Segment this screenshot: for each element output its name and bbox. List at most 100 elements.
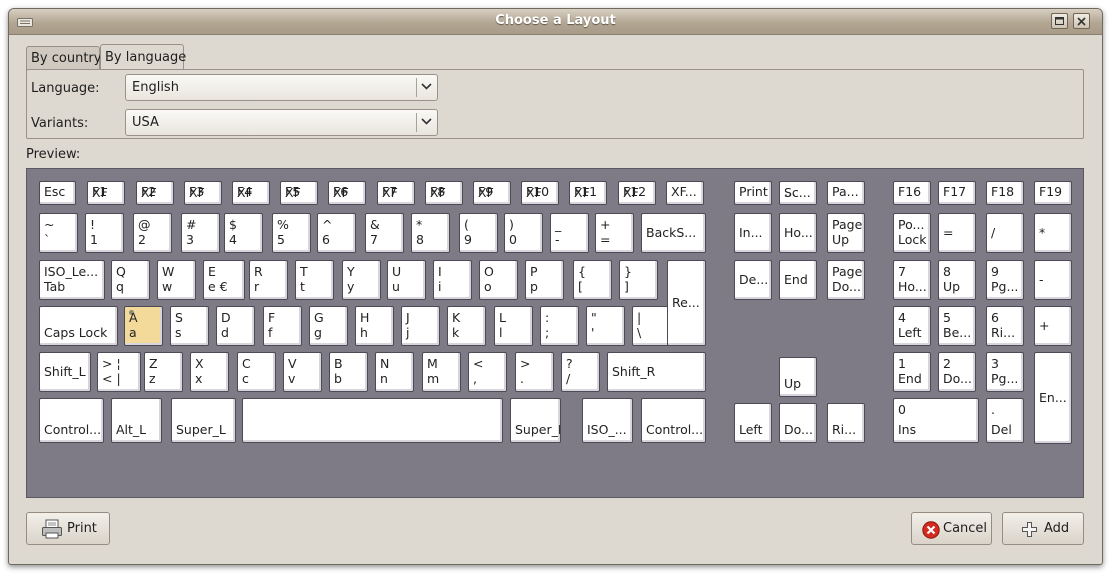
key[interactable]: Jj: [401, 306, 440, 346]
key[interactable]: F18: [986, 181, 1024, 205]
key[interactable]: 5 Be...: [938, 306, 976, 346]
key[interactable]: Xx: [190, 352, 229, 392]
key[interactable]: Ee €: [203, 260, 245, 300]
tab-by-language[interactable]: By language: [100, 44, 186, 70]
key[interactable]: Super_R: [510, 398, 561, 443]
key[interactable]: Yy: [342, 260, 381, 300]
key[interactable]: ) 0: [504, 213, 543, 253]
key[interactable]: Vv: [283, 352, 322, 392]
key[interactable]: XF F7: [377, 181, 415, 205]
key[interactable]: =: [938, 213, 976, 253]
key[interactable]: XF F11: [569, 181, 607, 205]
key[interactable]: F16: [893, 181, 931, 205]
key[interactable]: Tt: [295, 260, 334, 300]
key[interactable]: BackS...: [641, 213, 706, 253]
key[interactable]: Ff: [263, 306, 302, 346]
language-combo[interactable]: English: [125, 74, 438, 101]
print-button[interactable]: Print: [26, 512, 110, 545]
key[interactable]: XF F6: [328, 181, 366, 205]
key[interactable]: En...: [1034, 352, 1072, 444]
close-window-button[interactable]: [1073, 13, 1090, 29]
key[interactable]: ISO_Le... Tab: [39, 260, 105, 300]
key[interactable]: Cc: [237, 352, 276, 392]
key[interactable]: Po... Lock: [893, 213, 931, 253]
key[interactable]: XF F1: [87, 181, 125, 205]
key[interactable]: ~ `: [39, 213, 78, 253]
key[interactable]: Qq: [111, 260, 150, 300]
key[interactable]: *: [1034, 213, 1072, 253]
key[interactable]: De...: [734, 260, 772, 300]
key[interactable]: 9 Pg...: [986, 260, 1024, 300]
key[interactable]: Mm: [422, 352, 461, 392]
key[interactable]: Super_L: [171, 398, 236, 443]
key[interactable]: F19: [1034, 181, 1072, 205]
key[interactable]: Pa...: [827, 181, 865, 205]
add-button[interactable]: Add: [1002, 512, 1084, 545]
key[interactable]: }]: [619, 260, 658, 300]
key[interactable]: In...: [734, 213, 772, 253]
key[interactable]: Sc......: [779, 181, 817, 205]
key[interactable]: Page Up: [827, 213, 865, 253]
key[interactable]: Aa: [124, 306, 163, 346]
key[interactable]: Gg: [309, 306, 348, 346]
key[interactable]: Uu: [387, 260, 426, 300]
key[interactable]: >.: [515, 352, 554, 392]
maximize-button[interactable]: [1051, 13, 1068, 29]
key[interactable]: Zz: [144, 352, 183, 392]
key[interactable]: % 5: [272, 213, 311, 253]
key[interactable]: Pp: [525, 260, 564, 300]
key[interactable]: Control...: [39, 398, 104, 443]
title-bar[interactable]: Choose a Layout: [9, 9, 1102, 35]
key[interactable]: Kk: [447, 306, 486, 346]
key[interactable]: Hh: [355, 306, 394, 346]
key[interactable]: Rr: [249, 260, 288, 300]
key[interactable]: XF F12: [618, 181, 656, 205]
key[interactable]: Ho...: [779, 213, 817, 253]
key[interactable]: 8 Up: [938, 260, 976, 300]
key[interactable]: ISO_...: [582, 398, 633, 443]
key[interactable]: Alt_L: [111, 398, 162, 443]
key[interactable]: 2 Do...: [938, 352, 976, 392]
key[interactable]: Ii: [433, 260, 472, 300]
key[interactable]: Nn: [375, 352, 414, 392]
key[interactable]: ^ 6: [317, 213, 356, 253]
key[interactable]: ? /: [561, 352, 600, 392]
key[interactable]: Ri...: [827, 403, 865, 443]
key[interactable]: :;: [540, 306, 579, 346]
key[interactable]: Ll: [494, 306, 533, 346]
key[interactable]: ! 1: [85, 213, 124, 253]
key[interactable]: XF F5: [280, 181, 318, 205]
key[interactable]: Left: [734, 403, 772, 443]
key[interactable]: 0 Ins: [893, 398, 979, 443]
key[interactable]: Page Do...: [827, 260, 865, 300]
key[interactable]: Control...: [641, 398, 706, 443]
key[interactable]: Do...: [779, 403, 817, 443]
key[interactable]: XF F4: [232, 181, 270, 205]
key[interactable]: +: [1034, 306, 1072, 346]
tab-by-country[interactable]: By country: [26, 46, 101, 70]
key[interactable]: F17: [938, 181, 976, 205]
key[interactable]: Oo: [479, 260, 518, 300]
key[interactable]: Print: [734, 181, 772, 205]
key[interactable]: XF F3: [184, 181, 222, 205]
key[interactable]: Shift_L: [39, 352, 91, 392]
key[interactable]: Shift_R: [607, 352, 706, 392]
key[interactable]: XF F9: [473, 181, 511, 205]
key[interactable]: 6 Ri...: [986, 306, 1024, 346]
key[interactable]: & 7: [365, 213, 404, 253]
key[interactable]: 7 Ho...: [893, 260, 931, 300]
key[interactable]: Re...: [667, 260, 706, 346]
key[interactable]: -: [1034, 260, 1072, 300]
key[interactable]: XF F8: [425, 181, 463, 205]
key[interactable]: Esc: [39, 181, 76, 205]
key[interactable]: Ww: [157, 260, 196, 300]
key[interactable]: $4: [224, 213, 263, 253]
key[interactable]: (9: [459, 213, 498, 253]
key[interactable]: Dd: [216, 306, 255, 346]
key[interactable]: | \: [632, 306, 671, 346]
cancel-button[interactable]: Cancel: [911, 512, 992, 545]
key[interactable]: + =: [595, 213, 634, 253]
key[interactable]: End: [779, 260, 817, 300]
key[interactable]: XF...: [666, 181, 704, 205]
key[interactable]: 4 Left: [893, 306, 931, 346]
